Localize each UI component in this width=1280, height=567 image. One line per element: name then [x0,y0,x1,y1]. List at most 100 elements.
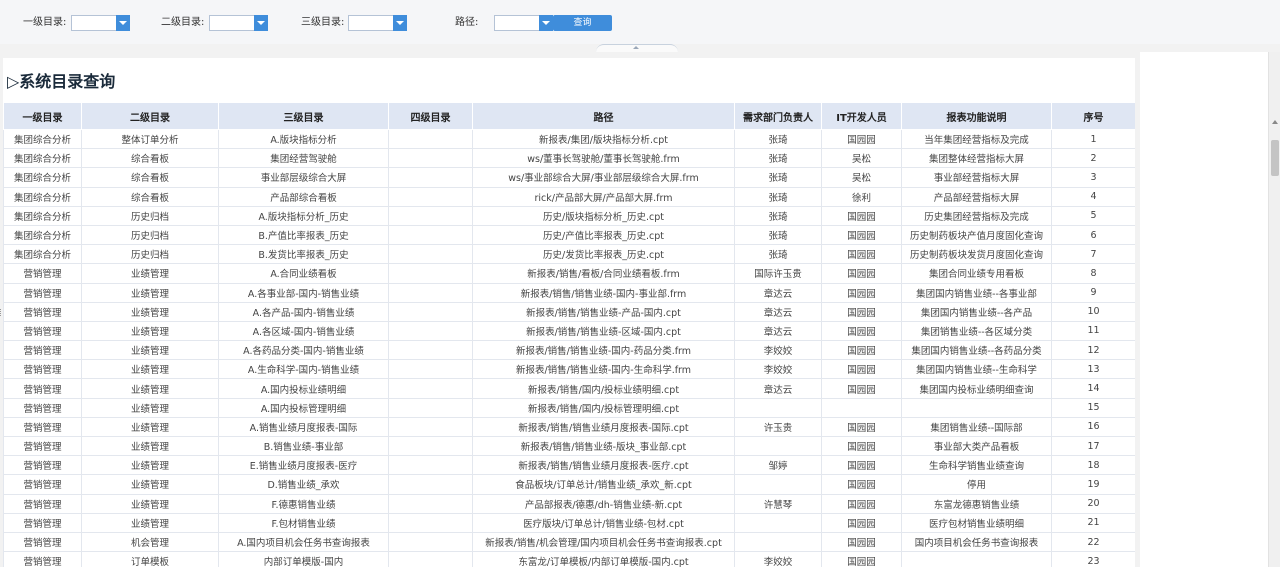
table-cell [388,551,473,567]
table-cell: 张琦 [734,128,822,150]
table-row[interactable]: 集团综合分析 整体订单分析 A.版块指标分析 新报表/集团/版块指标分析.cpt 张琦国… [3,128,1135,150]
table-cell: 15 [1051,397,1135,418]
table-row[interactable]: 营销管理 业绩管理 A.各药品分类-国内-销售业绩 新报表/销售/销售业绩-国内-药品… [3,340,1135,361]
table-cell: 营销管理 [3,416,82,438]
chevron-down-icon[interactable] [539,15,553,31]
column-header: 需求部门负责人 [734,102,822,130]
table-cell: 综合看板 [81,148,219,169]
table-cell: B.发货比率报表_历史 [218,244,389,265]
table-row[interactable]: 营销管理 业绩管理 A.生命科学-国内-销售业绩 新报表/销售/销售业绩-国内-生命科… [3,359,1135,380]
chevron-down-icon[interactable] [393,15,407,31]
table-row[interactable]: 营销管理 业绩管理 D.销售业绩_承欢 食品板块/订单总计/销售业绩_承欢_新.cpt… [3,474,1135,495]
table-cell: 集团综合分析 [3,205,82,226]
chevron-down-icon[interactable] [254,15,268,31]
table-cell: 订单模板 [81,551,219,567]
table-cell: A.合同业绩看板 [218,263,389,284]
table-row[interactable]: 营销管理 业绩管理 A.国内投标管理明细 新报表/销售/国内/投标管理明细.cpt 15 [3,397,1135,418]
table-cell: 17 [1051,435,1135,457]
table-row[interactable]: 集团综合分析 历史归档 B.产值比率报表_历史 历史/产值比率报表_历史.cpt 张琦国… [3,224,1135,246]
query-button[interactable]: 查询 [553,15,612,31]
table-cell: 邹婷 [734,455,822,476]
column-header: 三级目录 [218,102,389,130]
table-row[interactable]: 营销管理 业绩管理 A.销售业绩月度报表-国际 新报表/销售/销售业绩月度报表-国际.… [3,416,1135,438]
table-cell: 新报表/集团/版块指标分析.cpt [472,128,735,150]
table-cell: 8 [1051,263,1135,284]
table-cell: 产品部综合看板 [218,186,389,207]
scroll-thumb[interactable] [1271,140,1279,176]
table-cell: 业绩管理 [81,282,219,303]
table-cell: 历史/产值比率报表_历史.cpt [472,224,735,246]
table-cell [388,435,473,457]
side-panel [1140,52,1268,567]
table-cell: 集团合同业绩专用看板 [901,263,1052,284]
table-header-row: 一级目录 二级目录 三级目录 四级目录 路径 需求部门负责人 IT开发人员 报表功能说明 序号 [3,102,1135,130]
table-cell: A.版块指标分析_历史 [218,205,389,226]
level1-select[interactable] [71,15,130,31]
table-cell: 事业部大类产品看板 [901,435,1052,457]
table-row[interactable]: 营销管理 业绩管理 F.德惠销售业绩 产品部报表/德惠/dh-销售业绩-新.cpt 许慧… [3,493,1135,514]
directory-table: 一级目录 二级目录 三级目录 四级目录 路径 需求部门负责人 IT开发人员 报表功能说明 序号 … [3,102,1135,567]
scroll-up-arrow-icon[interactable] [1272,120,1278,124]
table-row[interactable]: 营销管理 业绩管理 A.各区域-国内-销售业绩 新报表/销售/销售业绩-区域-国内.c… [3,320,1135,342]
table-cell: 历史归档 [81,205,219,226]
table-cell: 集团经营驾驶舱 [218,148,389,169]
table-cell [734,435,822,457]
table-cell: 11 [1051,320,1135,342]
table-row[interactable]: 营销管理 业绩管理 F.包材销售业绩 医疗版块/订单总计/销售业绩-包材.cpt 国园园… [3,512,1135,533]
table-row[interactable]: 集团综合分析 综合看板 集团经营驾驶舱 ws/董事长驾驶舱/董事长驾驶舱.frm 张琦吴… [3,148,1135,169]
table-cell: 东富龙德惠销售业绩 [901,493,1052,514]
table-cell [388,359,473,380]
table-cell: 集团综合分析 [3,244,82,265]
table-cell [388,320,473,342]
chevron-down-icon[interactable] [116,15,130,31]
table-cell: 停用 [901,474,1052,495]
table-cell: 国园园 [821,551,902,567]
table-row[interactable]: 集团综合分析 历史归档 A.版块指标分析_历史 历史/版块指标分析_历史.cpt 张琦国… [3,205,1135,226]
table-cell: 集团综合分析 [3,224,82,246]
table-cell: 集团销售业绩--各区域分类 [901,320,1052,342]
table-row[interactable]: 营销管理 业绩管理 A.合同业绩看板 新报表/销售/看板/合同业绩看板.frm 国际许玉… [3,263,1135,284]
path-select[interactable] [494,15,553,31]
level2-select[interactable] [209,15,268,31]
table-cell: 李姣姣 [734,340,822,361]
table-row[interactable]: 营销管理 业绩管理 A.国内投标业绩明细 新报表/销售/国内/投标业绩明细.cpt 章达… [3,378,1135,399]
table-cell: 食品板块/订单总计/销售业绩_承欢_新.cpt [472,474,735,495]
level3-select[interactable] [348,15,407,31]
level1-label: 一级目录: [23,17,67,28]
table-cell: B.销售业绩-事业部 [218,435,389,457]
table-cell: 新报表/销售/销售业绩-国内-生命科学.frm [472,359,735,380]
table-cell: 历史制药板块发货月度固化查询 [901,244,1052,265]
table-row[interactable]: 集团综合分析 综合看板 事业部层级综合大屏 ws/事业部综合大屏/事业部层级综合大屏.… [3,167,1135,188]
table-cell: 营销管理 [3,531,82,553]
table-cell: 国园园 [821,455,902,476]
table-cell: 产品部报表/德惠/dh-销售业绩-新.cpt [472,493,735,514]
table-cell: 新报表/销售/销售业绩-版块_事业部.cpt [472,435,735,457]
table-cell: 19 [1051,474,1135,495]
table-cell: 国园园 [821,320,902,342]
table-cell: 新报表/销售/销售业绩-区域-国内.cpt [472,320,735,342]
table-row[interactable]: 集团综合分析 综合看板 产品部综合看板 rick/产品部大屏/产品部大屏.frm 张琦徐… [3,186,1135,207]
table-cell: 张琦 [734,167,822,188]
table-cell: 吴松 [821,148,902,169]
table-cell: A.各产品-国内-销售业绩 [218,301,389,322]
table-cell: 当年集团经营指标及完成 [901,128,1052,150]
table-row[interactable]: 营销管理 机会管理 A.国内项目机会任务书查询报表 新报表/销售/机会管理/国内项目机… [3,531,1135,553]
table-cell: A.各区域-国内-销售业绩 [218,320,389,342]
table-cell: 业绩管理 [81,378,219,399]
table-cell: 集团综合分析 [3,186,82,207]
table-cell: A.版块指标分析 [218,128,389,150]
collapse-toolbar-handle[interactable] [596,44,678,52]
table-row[interactable]: 营销管理 业绩管理 E.销售业绩月度报表-医疗 新报表/销售/销售业绩月度报表-医疗.… [3,455,1135,476]
table-row[interactable]: 集团综合分析 历史归档 B.发货比率报表_历史 历史/发货比率报表_历史.cpt 张琦国… [3,244,1135,265]
table-row[interactable]: 营销管理 业绩管理 A.各产品-国内-销售业绩 新报表/销售/销售业绩-产品-国内.c… [3,301,1135,322]
table-cell: 新报表/销售/销售业绩-产品-国内.cpt [472,301,735,322]
column-header: 二级目录 [81,102,219,130]
table-cell: 章达云 [734,320,822,342]
table-row[interactable]: 营销管理 订单模板 内部订单模版-国内 东富龙/订单模板/内部订单模版-国内.cpt 李… [3,551,1135,567]
table-cell: 国园园 [821,378,902,399]
table-cell: 国园园 [821,435,902,457]
table-row[interactable]: 营销管理 业绩管理 A.各事业部-国内-销售业绩 新报表/销售/销售业绩-国内-事业部… [3,282,1135,303]
table-cell [388,455,473,476]
table-row[interactable]: 营销管理 业绩管理 B.销售业绩-事业部 新报表/销售/销售业绩-版块_事业部.cpt… [3,435,1135,457]
vertical-scrollbar[interactable] [1268,52,1280,567]
